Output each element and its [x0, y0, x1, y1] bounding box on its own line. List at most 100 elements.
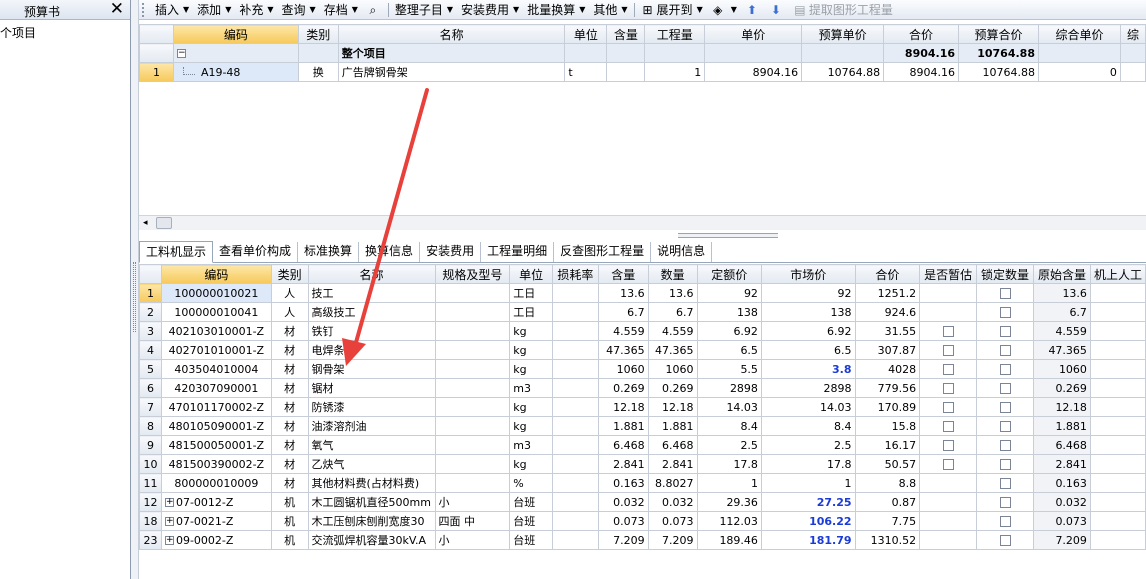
content-cell[interactable]: 6.7: [597, 302, 649, 322]
original-content-cell[interactable]: 1060: [1033, 359, 1091, 379]
row-number-cell[interactable]: 6: [139, 378, 162, 398]
lock-cell[interactable]: [976, 359, 1034, 379]
machine-labor-cell[interactable]: [1089, 473, 1146, 493]
lock-cell[interactable]: [976, 397, 1034, 417]
estimate-cell[interactable]: [919, 340, 978, 360]
resource-grid-header[interactable]: 单位: [509, 264, 553, 284]
spec-cell[interactable]: [434, 454, 511, 474]
lock-quantity-checkbox[interactable]: [999, 326, 1011, 337]
tab-3[interactable]: 换算信息: [359, 242, 421, 262]
market-price-cell[interactable]: 6.92: [760, 321, 856, 341]
table-row[interactable]: 8 480105090001-Z 材油漆溶剂油 kg 1.881 1.881 8.4 8.4 1…: [139, 416, 1146, 436]
top-grid-header[interactable]: 名称: [337, 24, 566, 44]
name-cell[interactable]: 乙炔气: [307, 454, 436, 474]
resource-grid-header[interactable]: 含量: [597, 264, 649, 284]
row-number-cell[interactable]: 10: [139, 454, 162, 474]
estimate-cell[interactable]: [919, 302, 978, 322]
code-cell[interactable]: +07-0012-Z: [160, 492, 272, 512]
spec-cell[interactable]: [434, 302, 511, 322]
spec-cell[interactable]: [434, 397, 511, 417]
machine-labor-cell[interactable]: [1089, 340, 1146, 360]
quantity-cell[interactable]: 1.881: [647, 416, 698, 436]
spec-cell[interactable]: [434, 359, 511, 379]
row-number-cell[interactable]: 12: [139, 492, 162, 512]
code-cell[interactable]: 480105090001-Z: [160, 416, 272, 436]
spec-cell[interactable]: [434, 473, 511, 493]
quota-price-cell[interactable]: 189.46: [696, 530, 762, 550]
loss-rate-cell[interactable]: [551, 492, 599, 512]
lock-quantity-checkbox[interactable]: [999, 478, 1011, 489]
budget-total-cell[interactable]: 10764.88: [958, 62, 1039, 82]
toolbar-button-4[interactable]: 存档 ▼: [320, 1, 362, 19]
type-cell[interactable]: 材: [270, 435, 309, 455]
lock-quantity-checkbox[interactable]: [999, 497, 1011, 508]
loss-rate-cell[interactable]: [551, 340, 599, 360]
type-cell[interactable]: 材: [270, 359, 309, 379]
unit-cell[interactable]: 工日: [509, 302, 553, 322]
code-cell[interactable]: 420307090001: [160, 378, 272, 398]
quantity-cell[interactable]: 6.468: [647, 435, 698, 455]
quota-price-cell[interactable]: 6.92: [696, 321, 762, 341]
estimate-checkbox[interactable]: [942, 459, 954, 470]
estimate-checkbox[interactable]: [942, 421, 954, 432]
quota-price-cell[interactable]: 6.5: [696, 340, 762, 360]
total-cell[interactable]: 7.75: [854, 511, 921, 531]
table-row[interactable]: 1 A19-48 换广告牌钢骨架 t 1 8904.16 10764.88 8904.16 10…: [139, 62, 1146, 82]
estimate-cell[interactable]: [919, 397, 978, 417]
type-cell[interactable]: 材: [270, 340, 309, 360]
resource-grid-header[interactable]: 损耗率: [551, 264, 599, 284]
market-price-cell[interactable]: 106.22: [760, 511, 856, 531]
quota-price-cell[interactable]: 138: [696, 302, 762, 322]
tree-toggle-cell[interactable]: −: [172, 43, 299, 63]
top-grid-header[interactable]: 综合单价: [1037, 24, 1121, 44]
machine-labor-cell[interactable]: [1089, 530, 1146, 550]
spec-cell[interactable]: 小: [434, 530, 511, 550]
market-price-cell[interactable]: 181.79: [760, 530, 856, 550]
loss-rate-cell[interactable]: [551, 435, 599, 455]
table-row[interactable]: 3 402103010001-Z 材铁钉 kg 4.559 4.559 6.92 6.92 31…: [139, 321, 1146, 341]
toolbar-button-14[interactable]: ▤ 提取图形工程量: [789, 1, 897, 19]
quota-price-cell[interactable]: 29.36: [696, 492, 762, 512]
row-number-cell[interactable]: 3: [139, 321, 162, 341]
market-price-cell[interactable]: 3.8: [760, 359, 856, 379]
quantity-cell[interactable]: 0.269: [647, 378, 698, 398]
quota-price-cell[interactable]: 112.03: [696, 511, 762, 531]
original-content-cell[interactable]: 13.6: [1033, 283, 1091, 303]
table-row[interactable]: 4 402701010001-Z 材电焊条 kg 47.365 47.365 6.5 6.5 3…: [139, 340, 1146, 360]
quantity-cell[interactable]: 6.7: [647, 302, 698, 322]
machine-labor-cell[interactable]: [1089, 454, 1146, 474]
resource-grid-header[interactable]: 类别: [270, 264, 309, 284]
code-cell[interactable]: 402701010001-Z: [160, 340, 272, 360]
vertical-splitter[interactable]: [131, 0, 139, 579]
original-content-cell[interactable]: 0.073: [1033, 511, 1091, 531]
code-cell[interactable]: 402103010001-Z: [160, 321, 272, 341]
total-cell[interactable]: 8904.16: [883, 62, 960, 82]
original-content-cell[interactable]: 12.18: [1033, 397, 1091, 417]
resource-grid-header[interactable]: 规格及型号: [434, 264, 511, 284]
quota-price-cell[interactable]: 1: [696, 473, 762, 493]
market-price-cell[interactable]: 27.25: [760, 492, 856, 512]
name-cell[interactable]: 交流弧焊机容量30kV.A: [307, 530, 436, 550]
unit-cell[interactable]: kg: [509, 321, 553, 341]
quantity-cell[interactable]: 2.841: [647, 454, 698, 474]
market-price-cell[interactable]: 1: [760, 473, 856, 493]
machine-labor-cell[interactable]: [1089, 492, 1146, 512]
lock-cell[interactable]: [976, 435, 1034, 455]
horizontal-splitter-grip[interactable]: [678, 233, 778, 238]
loss-rate-cell[interactable]: [551, 321, 599, 341]
content-cell[interactable]: 12.18: [597, 397, 649, 417]
code-cell[interactable]: 481500390002-Z: [160, 454, 272, 474]
expand-icon[interactable]: +: [164, 498, 174, 507]
budget-price-cell[interactable]: 10764.88: [801, 62, 885, 82]
spec-cell[interactable]: [434, 435, 511, 455]
code-cell[interactable]: 470101170002-Z: [160, 397, 272, 417]
estimate-checkbox[interactable]: [942, 326, 954, 337]
row-number-cell[interactable]: 4: [139, 340, 162, 360]
resource-grid-header[interactable]: 是否暂估: [919, 264, 978, 284]
total-cell[interactable]: 50.57: [854, 454, 921, 474]
estimate-cell[interactable]: [919, 530, 978, 550]
row-number-cell[interactable]: 11: [139, 473, 162, 493]
market-price-cell[interactable]: 14.03: [760, 397, 856, 417]
tab-5[interactable]: 工程量明细: [481, 242, 555, 262]
quota-price-cell[interactable]: 14.03: [696, 397, 762, 417]
